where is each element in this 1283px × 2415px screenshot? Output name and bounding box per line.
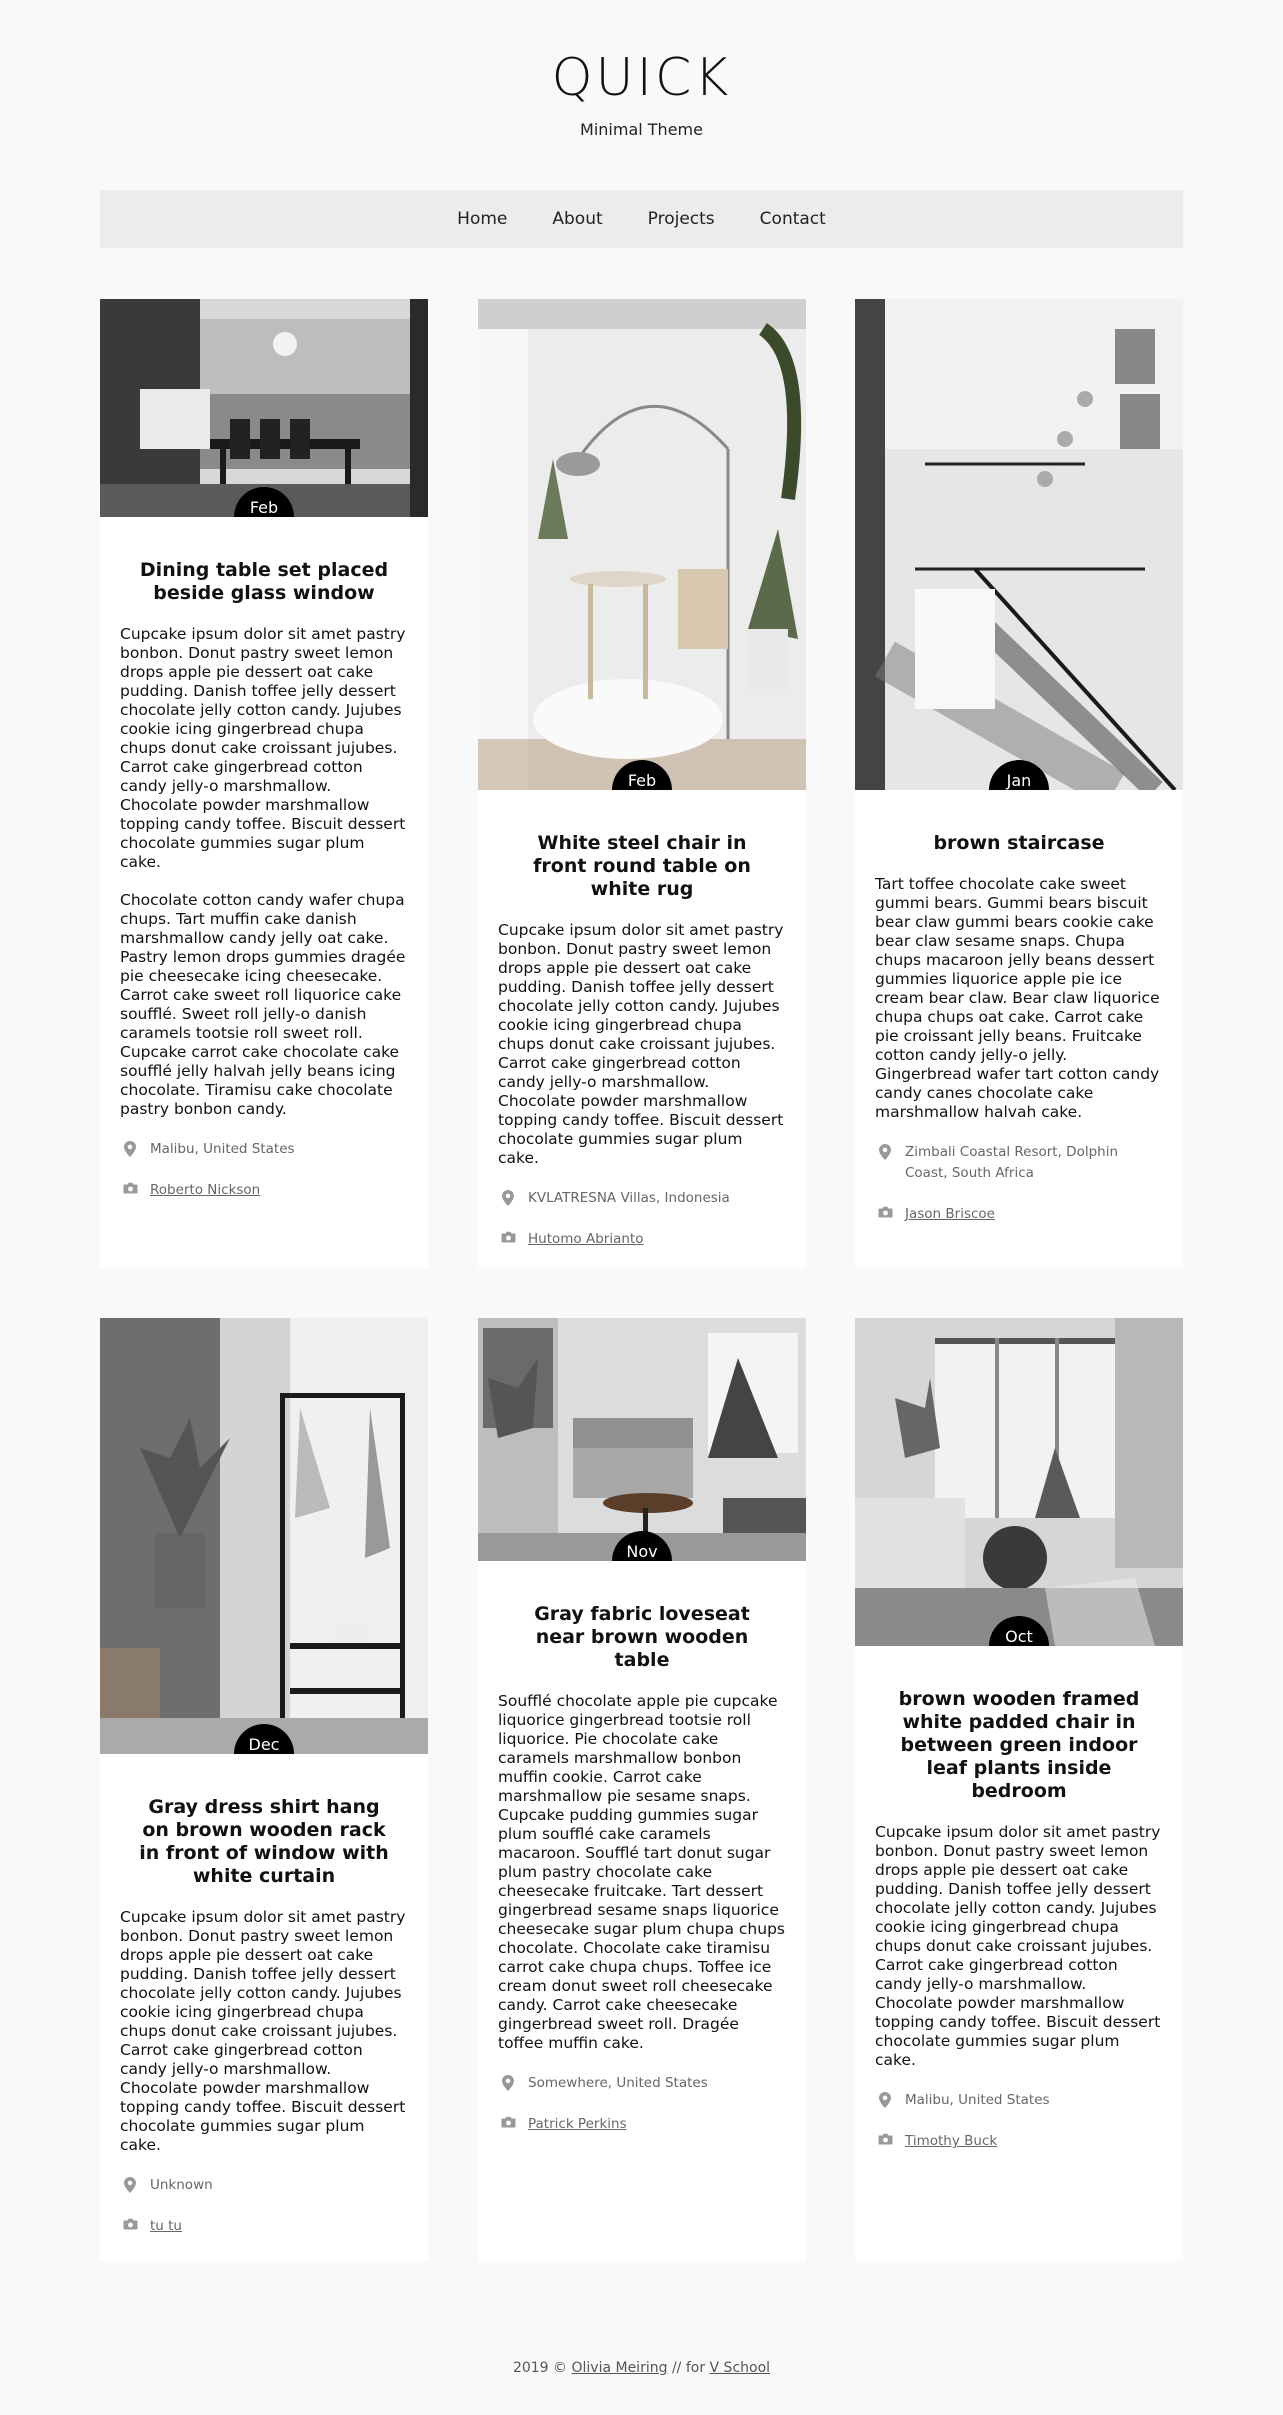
post-location: Unknown — [120, 2175, 408, 2196]
location-pin-icon — [120, 2175, 140, 2193]
date-month: Oct — [1005, 1627, 1033, 1646]
post-location: Zimbali Coastal Resort, Dolphin Coast, S… — [875, 1142, 1163, 1184]
location-pin-icon — [875, 2090, 895, 2108]
photographer-link[interactable]: Roberto Nickson — [150, 1180, 260, 1201]
camera-icon — [498, 1229, 518, 1243]
footer-year: 2019 © — [512, 2360, 568, 2376]
photographer-link[interactable]: Timothy Buck — [905, 2131, 997, 2152]
post-paragraph: Cupcake ipsum dolor sit amet pastry bonb… — [120, 625, 406, 871]
post-location: Malibu, United States — [875, 2090, 1163, 2111]
post-card: Oct 31 brown wooden framed white padded … — [855, 1318, 1183, 2261]
location-text: Zimbali Coastal Resort, Dolphin Coast, S… — [905, 1144, 1119, 1181]
location-text: Malibu, United States — [150, 1141, 295, 1157]
camera-icon — [498, 2114, 518, 2128]
footer-author-link[interactable]: Olivia Meiring — [571, 2360, 667, 2376]
post-location: Malibu, United States — [120, 1139, 408, 1160]
location-text: Malibu, United States — [905, 2092, 1050, 2108]
camera-icon — [875, 1204, 895, 1218]
date-month: Nov — [626, 1542, 658, 1561]
post-photographer: Roberto Nickson — [120, 1180, 408, 1201]
post-title[interactable]: brown staircase — [875, 832, 1163, 855]
location-pin-icon — [498, 2073, 518, 2091]
date-month: Feb — [627, 771, 657, 790]
post-paragraph: Cupcake ipsum dolor sit amet pastry bonb… — [875, 1823, 1161, 2069]
post-paragraph: Cupcake ipsum dolor sit amet pastry bonb… — [120, 1908, 406, 2154]
photographer-link[interactable]: tu tu — [150, 2216, 182, 2237]
date-month: Dec — [248, 1735, 280, 1754]
nav-projects[interactable]: Projects — [648, 209, 715, 229]
photographer-link[interactable]: Hutomo Abrianto — [528, 1229, 643, 1250]
post-text: Cupcake ipsum dolor sit amet pastry bonb… — [498, 921, 786, 1168]
post-image[interactable]: Feb 13 — [100, 299, 428, 517]
camera-icon — [120, 2216, 140, 2230]
post-text: Cupcake ipsum dolor sit amet pastry bonb… — [875, 1823, 1163, 2070]
post-image[interactable]: Dec 3 — [100, 1318, 428, 1754]
nav-home[interactable]: Home — [457, 209, 507, 229]
nav-contact[interactable]: Contact — [760, 209, 826, 229]
nav-about[interactable]: About — [552, 209, 602, 229]
post-location: KVLATRESNA Villas, Indonesia — [498, 1188, 786, 1209]
main-nav: Home About Projects Contact — [100, 190, 1183, 248]
post-image[interactable]: Oct 31 — [855, 1318, 1183, 1646]
post-card: Feb 11 White steel chair in front round … — [478, 299, 806, 1268]
post-photographer: Patrick Perkins — [498, 2114, 786, 2135]
footer-separator: // for — [671, 2360, 706, 2376]
location-pin-icon — [498, 1188, 518, 1206]
location-pin-icon — [120, 1139, 140, 1157]
site-header: QUICK Minimal Theme — [0, 0, 1283, 139]
post-title[interactable]: Dining table set placed beside glass win… — [120, 559, 408, 605]
post-text: Tart toffee chocolate cake sweet gummi b… — [875, 875, 1163, 1122]
location-text: Somewhere, United States — [528, 2075, 708, 2091]
date-month: Jan — [1006, 771, 1032, 790]
photographer-link[interactable]: Patrick Perkins — [528, 2114, 627, 2135]
post-card: Nov 9 Gray fabric loveseat near brown wo… — [478, 1318, 806, 2261]
post-photographer: Timothy Buck — [875, 2131, 1163, 2152]
post-title[interactable]: Gray fabric loveseat near brown wooden t… — [498, 1603, 786, 1672]
post-title[interactable]: brown wooden framed white padded chair i… — [875, 1688, 1163, 1803]
site-subtitle: Minimal Theme — [580, 120, 703, 139]
footer-school-link[interactable]: V School — [710, 2360, 771, 2376]
site-title: QUICK — [551, 48, 732, 108]
post-paragraph: Soufflé chocolate apple pie cupcake liqu… — [498, 1692, 785, 2052]
post-text: Cupcake ipsum dolor sit amet pastry bonb… — [120, 1908, 408, 2155]
post-paragraph: Tart toffee chocolate cake sweet gummi b… — [875, 875, 1160, 1121]
camera-icon — [875, 2131, 895, 2145]
post-photographer: tu tu — [120, 2216, 408, 2237]
post-title[interactable]: Gray dress shirt hang on brown wooden ra… — [120, 1796, 408, 1888]
post-location: Somewhere, United States — [498, 2073, 786, 2094]
post-title[interactable]: White steel chair in front round table o… — [498, 832, 786, 901]
post-text: Soufflé chocolate apple pie cupcake liqu… — [498, 1692, 786, 2053]
post-card: Dec 3 Gray dress shirt hang on brown woo… — [100, 1318, 428, 2261]
photographer-link[interactable]: Jason Briscoe — [905, 1204, 995, 1225]
date-month: Feb — [249, 498, 279, 517]
location-text: KVLATRESNA Villas, Indonesia — [528, 1190, 730, 1206]
location-pin-icon — [875, 1142, 895, 1160]
post-card: Jan 2 brown staircase Tart toffee chocol… — [855, 299, 1183, 1268]
post-text: Cupcake ipsum dolor sit amet pastry bonb… — [120, 625, 408, 1119]
camera-icon — [120, 1180, 140, 1194]
site-footer: 2019 © Olivia Meiring // for V School — [0, 2360, 1283, 2376]
location-text: Unknown — [150, 2177, 213, 2193]
post-paragraph: Chocolate cotton candy wafer chupa chups… — [120, 891, 406, 1118]
post-image[interactable]: Nov 9 — [478, 1318, 806, 1561]
post-image[interactable]: Jan 2 — [855, 299, 1183, 790]
post-image[interactable]: Feb 11 — [478, 299, 806, 790]
post-photographer: Jason Briscoe — [875, 1204, 1163, 1225]
post-card: Feb 13 Dining table set placed beside gl… — [100, 299, 428, 1268]
post-paragraph: Cupcake ipsum dolor sit amet pastry bonb… — [498, 921, 784, 1167]
post-photographer: Hutomo Abrianto — [498, 1229, 786, 1250]
